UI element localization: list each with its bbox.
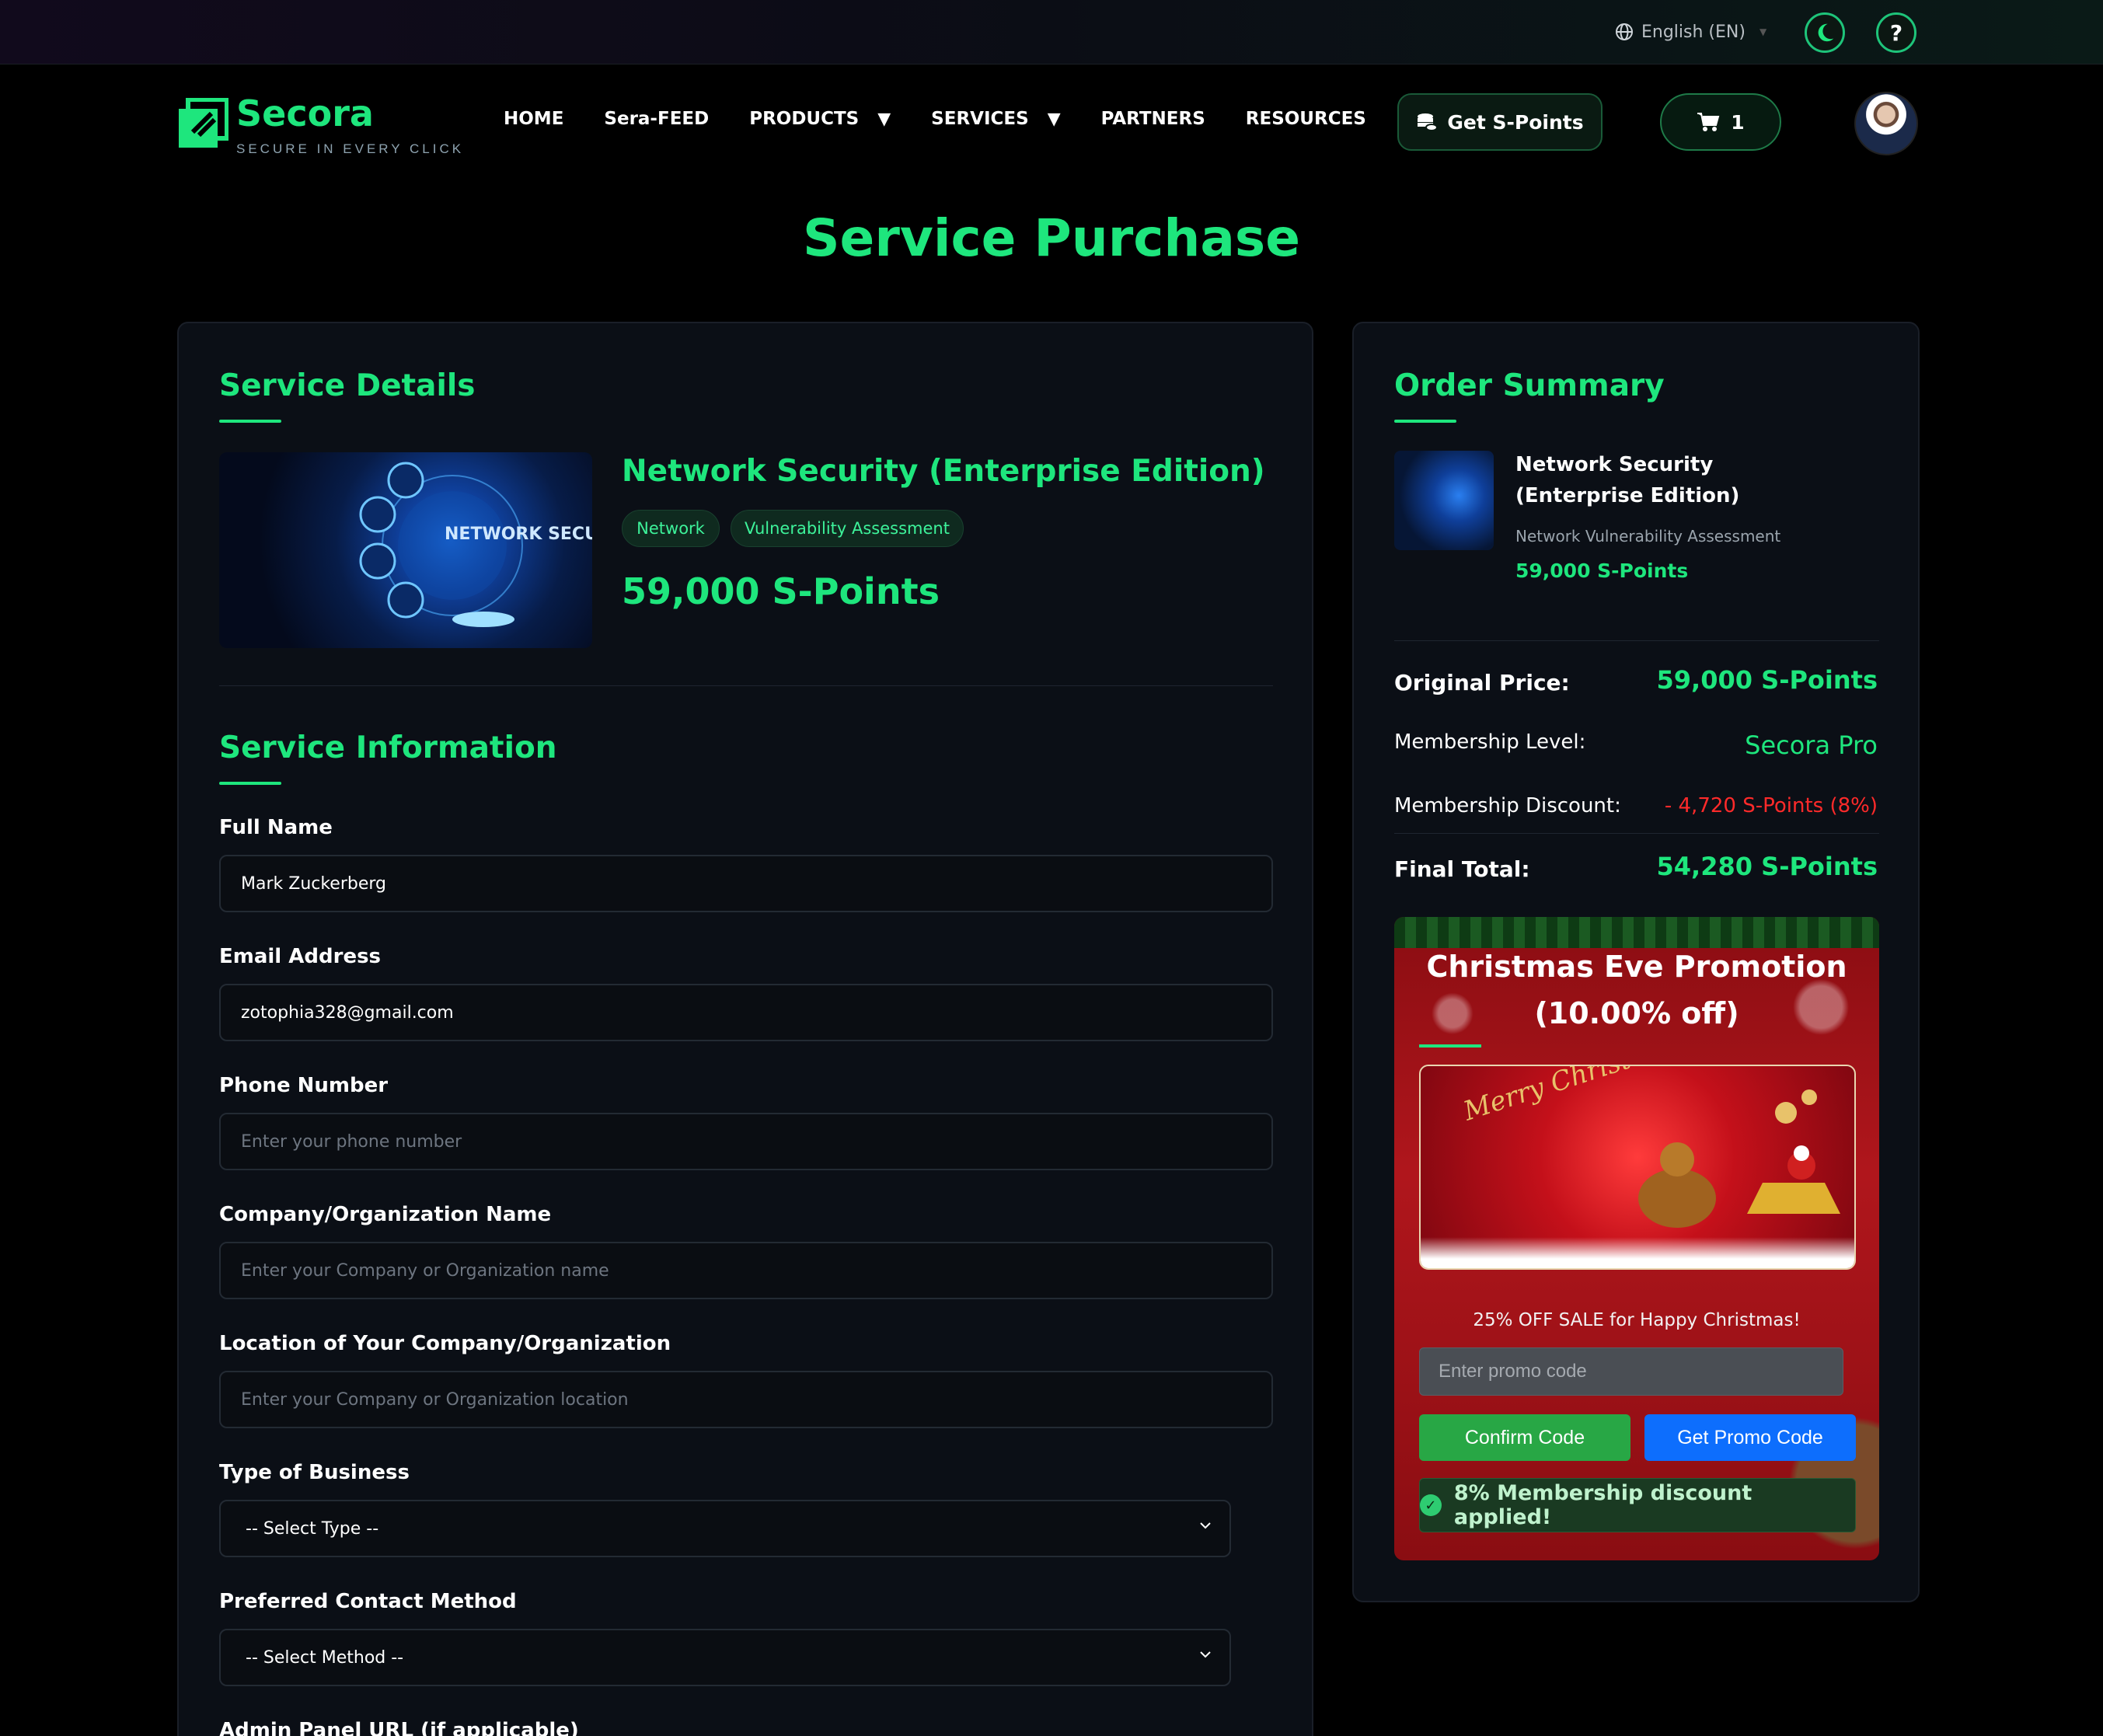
brand-tagline: SECURE IN EVERY CLICK	[236, 141, 465, 156]
final-total-value: 54,280 S-Points	[1656, 852, 1878, 881]
language-selector[interactable]: English (EN) ▼	[1615, 19, 1766, 45]
order-item-name: Network Security (Enterprise Edition)	[1515, 453, 1740, 507]
help-icon: ?	[1889, 19, 1903, 46]
order-summary-heading: Order Summary	[1394, 368, 1665, 403]
language-label: English (EN)	[1641, 22, 1746, 42]
dropdown-arrow-icon: ▼	[877, 109, 891, 129]
discount-applied-notice: ✓ 8% Membership discount applied!	[1419, 1478, 1856, 1532]
dropdown-arrow-icon: ▼	[1047, 109, 1061, 129]
theme-toggle-button[interactable]	[1805, 12, 1845, 53]
summary-divider	[1394, 833, 1879, 834]
nav-partners[interactable]: PARTNERS	[1101, 109, 1205, 129]
main-navbar: Secora SECURE IN EVERY CLICK HOME Sera-F…	[0, 65, 2103, 174]
secora-logo-icon	[179, 98, 228, 148]
order-item-image	[1394, 451, 1494, 550]
order-summary-card: Order Summary Network Security (Enterpri…	[1352, 322, 1920, 1602]
nav-services[interactable]: SERVICES ▼	[931, 109, 1060, 129]
help-button[interactable]: ?	[1876, 12, 1916, 53]
membership-level-value: Secora Pro	[1745, 730, 1878, 760]
discount-applied-text: 8% Membership discount applied!	[1453, 1481, 1753, 1529]
service-tag: Network	[622, 510, 720, 547]
heading-underline	[219, 420, 281, 423]
contact-method-label: Preferred Contact Method	[219, 1590, 517, 1613]
nav-products[interactable]: PRODUCTS ▼	[749, 109, 891, 129]
membership-level-label: Membership Level:	[1394, 730, 1586, 754]
svg-text:Merry Christmas: Merry Christmas	[1459, 1066, 1686, 1128]
promotion-sale-text: 25% OFF SALE for Happy Christmas!	[1473, 1310, 1801, 1330]
section-divider	[219, 685, 1273, 686]
membership-discount-label: Membership Discount:	[1394, 794, 1621, 817]
promotion-panel: Christmas Eve Promotion (10.00% off) Mer…	[1394, 917, 1879, 1560]
promo-code-input[interactable]: Enter promo code	[1419, 1347, 1843, 1396]
phone-label: Phone Number	[219, 1074, 389, 1097]
nav-sera-feed[interactable]: Sera-FEED	[604, 109, 709, 129]
brand-logo[interactable]: Secora SECURE IN EVERY CLICK	[177, 93, 464, 157]
get-promo-code-button[interactable]: Get Promo Code	[1644, 1414, 1856, 1461]
moon-icon	[1818, 23, 1834, 42]
brand-name: Secora	[236, 92, 374, 134]
full-name-input[interactable]: Mark Zuckerberg	[219, 855, 1273, 912]
nav-resources[interactable]: RESOURCES	[1246, 109, 1366, 129]
original-price-value: 59,000 S-Points	[1656, 665, 1878, 695]
summary-divider	[1394, 640, 1879, 641]
order-item-tags: Network Vulnerability Assessment	[1515, 527, 1781, 546]
service-information-heading: Service Information	[219, 730, 557, 765]
heading-underline	[1419, 1044, 1481, 1048]
location-label: Location of Your Company/Organization	[219, 1332, 671, 1355]
chevron-down-icon: ▼	[1759, 26, 1767, 37]
heading-underline	[1394, 420, 1456, 423]
nav-home[interactable]: HOME	[504, 109, 563, 129]
snow-decoration	[1421, 1237, 1854, 1268]
promotion-title: Christmas Eve Promotion (10.00% off)	[1426, 950, 1847, 1030]
service-name: Network Security (Enterprise Edition)	[622, 454, 1265, 489]
promotion-banner-image: Merry Christmas	[1419, 1065, 1856, 1270]
user-avatar[interactable]	[1854, 92, 1918, 155]
company-input[interactable]: Enter your Company or Organization name	[219, 1242, 1273, 1299]
membership-discount-value: - 4,720 S-Points (8%)	[1664, 794, 1878, 817]
cart-button[interactable]: 1	[1660, 93, 1781, 151]
final-total-label: Final Total:	[1394, 856, 1530, 882]
globe-icon	[1616, 23, 1633, 40]
service-form-card: Service Details NETWORK SECURITY Network…	[177, 322, 1313, 1736]
chevron-down-icon	[1200, 1522, 1211, 1529]
admin-url-label: Admin Panel URL (if applicable)	[219, 1719, 579, 1736]
top-bar: English (EN) ▼ ?	[0, 0, 2103, 64]
nav-menu: HOME Sera-FEED PRODUCTS ▼ SERVICES ▼ PARTN…	[504, 109, 1407, 129]
service-tag: Vulnerability Assessment	[731, 510, 964, 547]
phone-input[interactable]: Enter your phone number	[219, 1113, 1273, 1170]
original-price-label: Original Price:	[1394, 670, 1570, 695]
service-image: NETWORK SECURITY	[219, 452, 592, 648]
network-security-illustration: NETWORK SECURITY	[359, 462, 592, 627]
cart-icon	[1697, 113, 1720, 131]
heading-underline	[219, 782, 281, 785]
order-item-price: 59,000 S-Points	[1515, 559, 1689, 582]
service-price: 59,000 S-Points	[622, 570, 940, 612]
full-name-label: Full Name	[219, 816, 333, 839]
cart-count: 1	[1731, 110, 1745, 134]
business-type-select[interactable]: -- Select Type --	[219, 1500, 1231, 1557]
get-s-points-button[interactable]: Get S-Points	[1397, 93, 1603, 151]
company-label: Company/Organization Name	[219, 1203, 552, 1226]
confirm-code-button[interactable]: Confirm Code	[1419, 1414, 1630, 1461]
business-type-label: Type of Business	[219, 1461, 410, 1484]
email-label: Email Address	[219, 945, 382, 968]
svg-text:NETWORK SECURITY: NETWORK SECURITY	[445, 525, 592, 544]
location-input[interactable]: Enter your Company or Organization locat…	[219, 1371, 1273, 1428]
service-details-heading: Service Details	[219, 368, 476, 403]
coins-icon	[1418, 113, 1439, 131]
page-title: Service Purchase	[803, 208, 1300, 268]
email-input[interactable]: zotophia328@gmail.com	[219, 984, 1273, 1041]
check-circle-icon: ✓	[1420, 1494, 1442, 1516]
contact-method-select[interactable]: -- Select Method --	[219, 1629, 1231, 1686]
chevron-down-icon	[1200, 1651, 1211, 1658]
